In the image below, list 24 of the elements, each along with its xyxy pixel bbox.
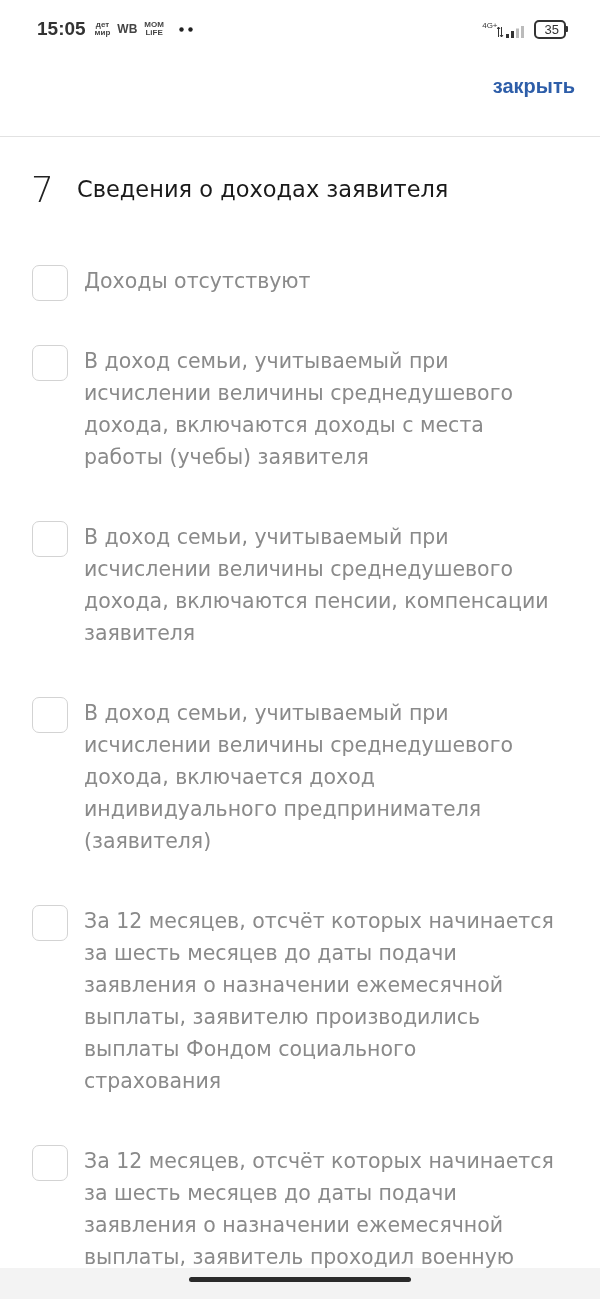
checkbox[interactable] (32, 521, 68, 557)
network-type-label: 4G+ (482, 20, 498, 30)
checkbox-label: В доход семьи, учитываемый при исчислении величины среднедушевого дохода, включаются пенсии, компенсации заявителя (84, 524, 550, 647)
notification-app-label: WB (117, 23, 138, 35)
checkbox-label: В доход семьи, учитываемый при исчислении величины среднедушевого дохода, включается доход индивидуального предпринимателя (заявителя) (84, 700, 514, 855)
checkbox-label: За 12 месяцев, отсчёт которых начинается за шесть месяцев до даты подачи заявления о назначении ежемесячной выплаты, заявитель проходил военную (84, 1148, 555, 1271)
checkbox[interactable] (32, 905, 68, 941)
checkbox[interactable] (32, 1145, 68, 1181)
home-indicator[interactable] (189, 1277, 411, 1282)
checkbox-label: За 12 месяцев, отсчёт которых начинается за шесть месяцев до даты подачи заявления о назначении ежемесячной выплаты, заявителю производились выплаты Фондом социального страхования (84, 908, 555, 1095)
notification-app-label: MOM LiFE (144, 21, 164, 37)
step-number: 7 (31, 168, 55, 210)
signal-icon (496, 26, 527, 38)
close-link[interactable]: закрыть (492, 75, 575, 98)
battery-indicator: 35 (533, 19, 568, 39)
status-time: 15:05 (37, 18, 86, 40)
section-title: Сведения о доходах заявителя (77, 176, 449, 202)
checkbox[interactable] (32, 345, 68, 381)
checkbox-label: В доход семьи, учитываемый при исчислении величины среднедушевого дохода, включаются доходы с места работы (учебы) заявителя (84, 348, 514, 471)
notification-app-label: дет мир (94, 21, 111, 37)
checkbox[interactable] (32, 697, 68, 733)
more-notifications-icon (178, 26, 193, 32)
checkbox[interactable] (32, 265, 68, 301)
checkbox-label: Доходы отсутствуют (84, 268, 312, 295)
